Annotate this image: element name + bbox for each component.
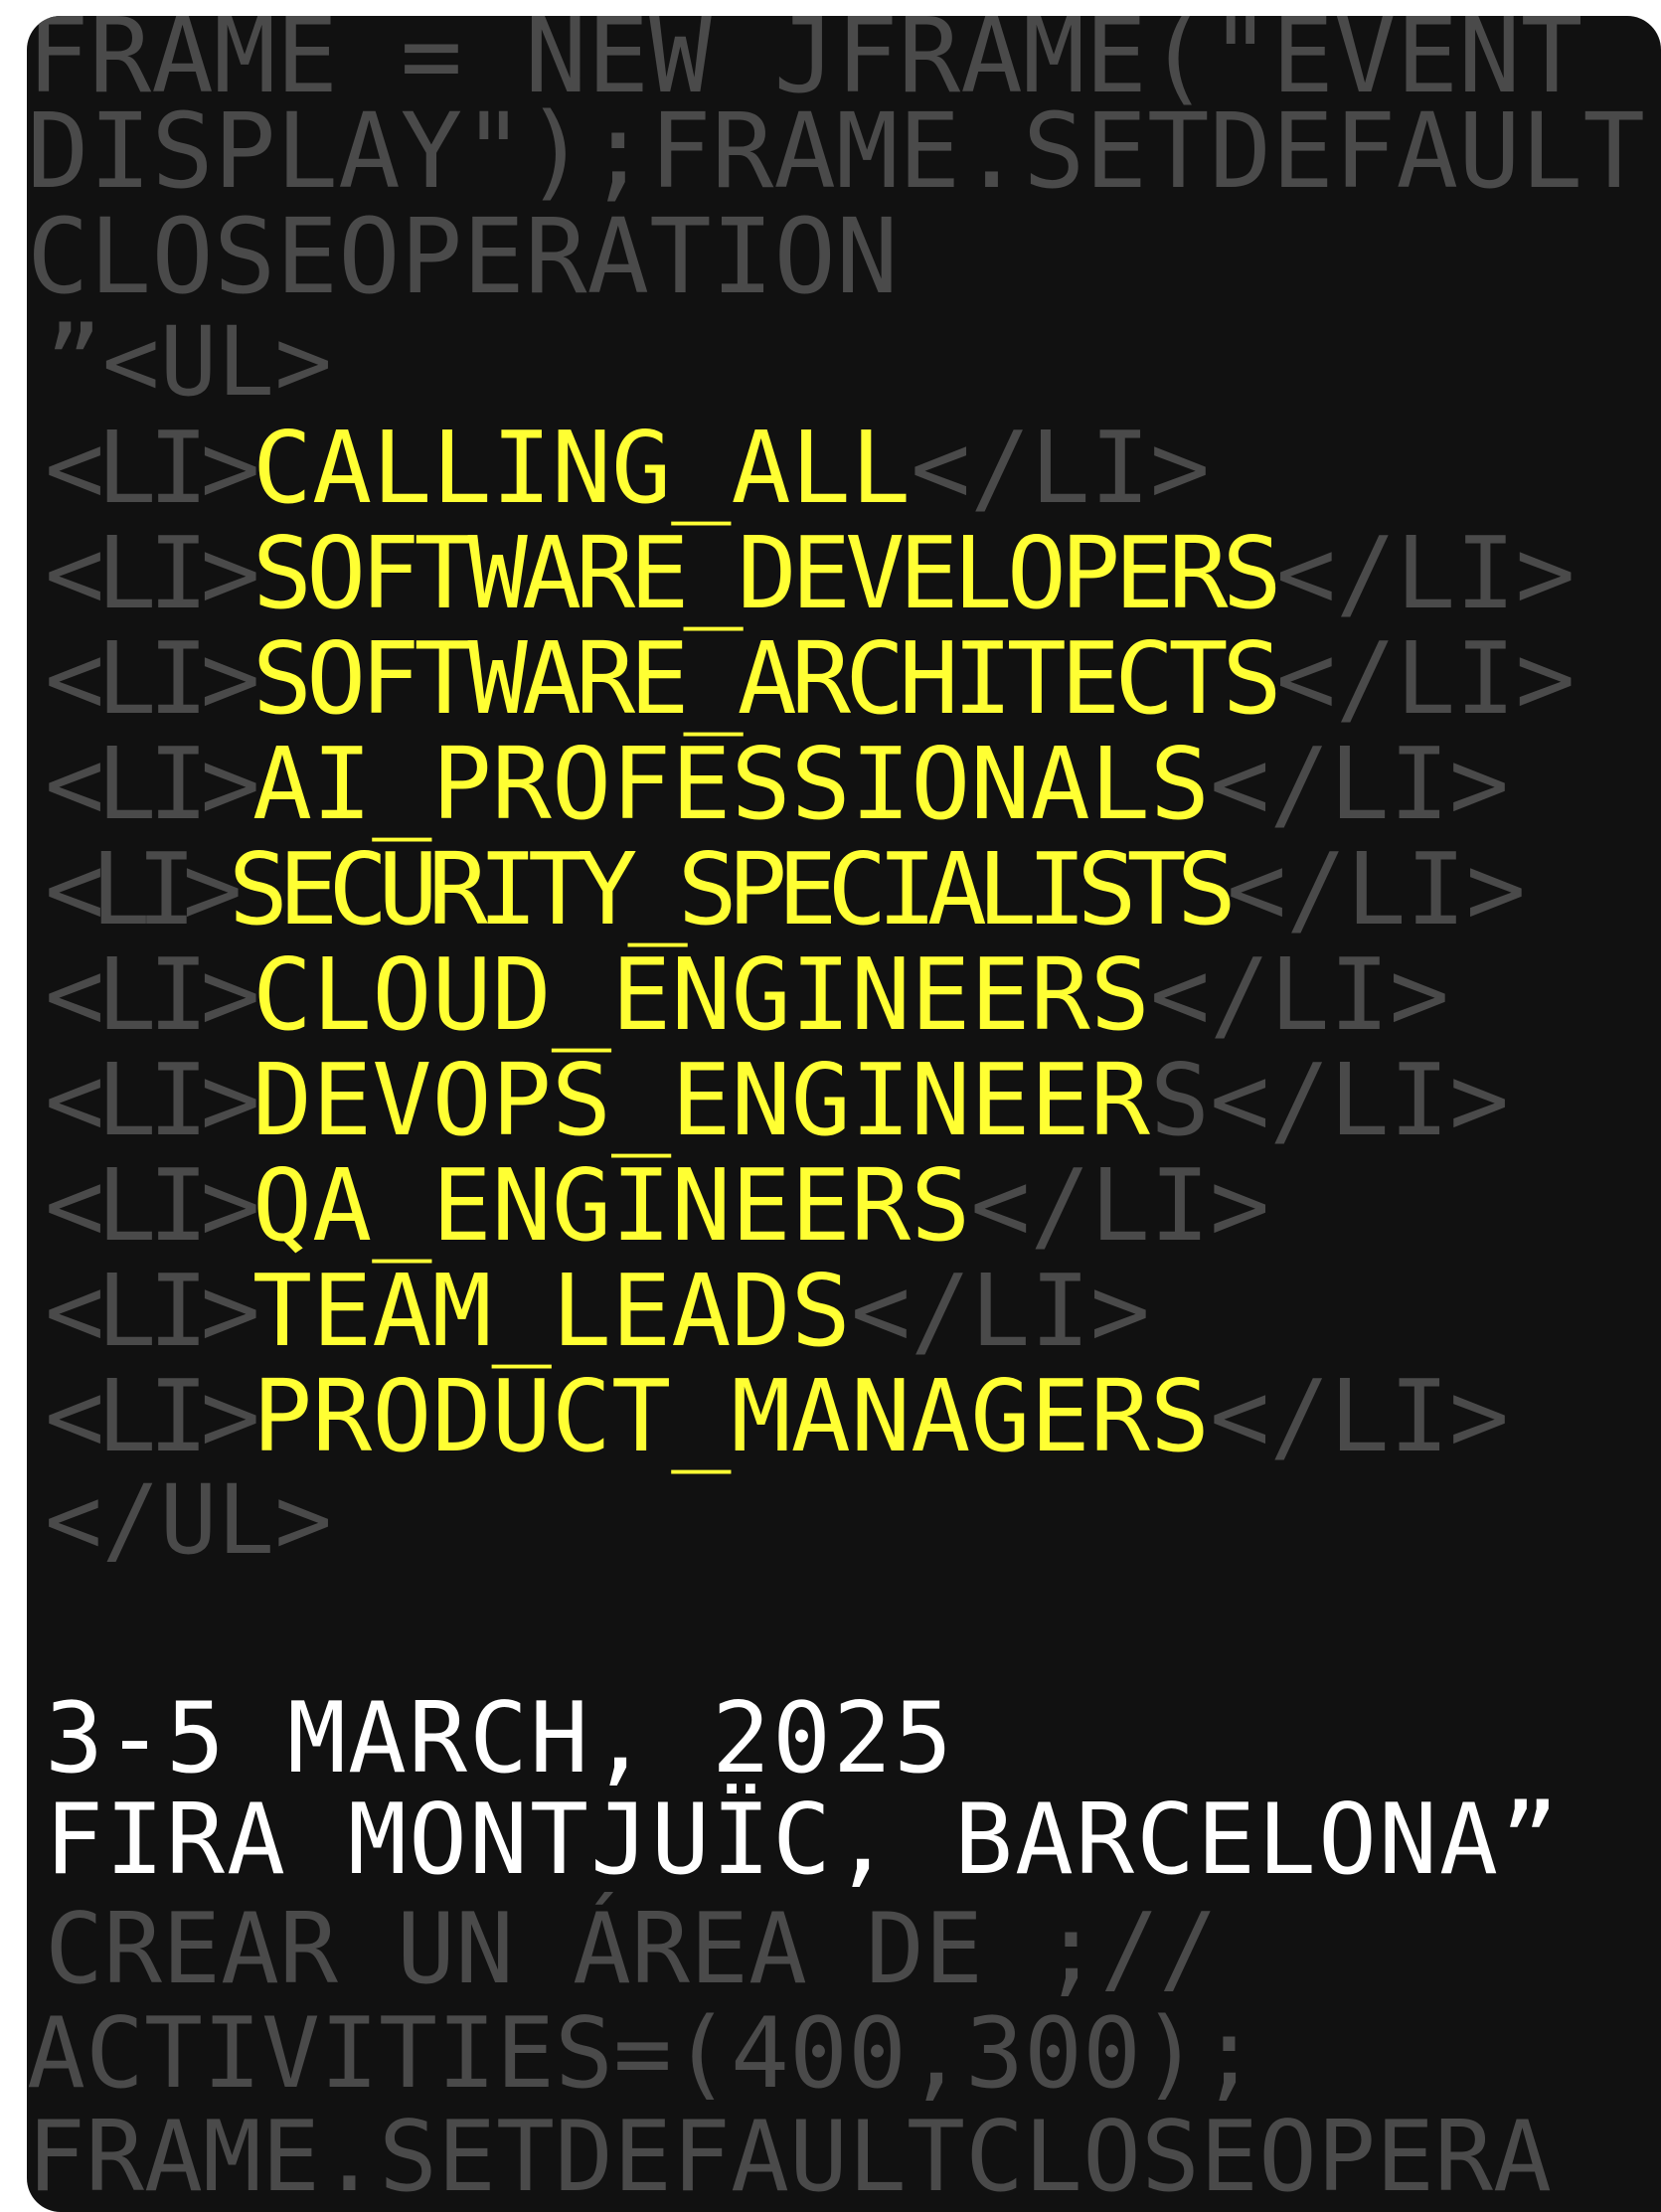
li-close-tag: </LI> xyxy=(850,1253,1150,1369)
code-line-2: DISPLAY");FRAME.SETDEFAULT xyxy=(27,90,1645,212)
list-item-label: TEAM_LEADS xyxy=(251,1253,851,1369)
list-item: <LI>DEVOPS_ENGINEERS</LI> xyxy=(45,1051,1509,1150)
list-item-label: AI_PROFESSIONALS xyxy=(251,726,1211,842)
code-line-3: CLOSEOPERATION xyxy=(27,196,899,317)
list-item-label: CALLING_ALL xyxy=(251,410,912,526)
li-close-tag: </LI> xyxy=(1275,515,1576,631)
event-poster: FRAME = NEW JFRAME("EVENT DISPLAY");FRAM… xyxy=(27,16,1661,2212)
li-close-tag: </LI> xyxy=(1210,726,1510,842)
li-open-tag: <LI> xyxy=(45,1042,260,1158)
list-item-suffix: S xyxy=(1149,1042,1211,1158)
li-open-tag: <LI> xyxy=(45,1358,260,1474)
list-item: <LI>SOFTWARE_ARCHITECTS</LI> xyxy=(45,629,1576,729)
li-open-tag: <LI> xyxy=(45,515,260,631)
list-item-label: SOFTWARE_ARCHITECTS xyxy=(251,620,1282,737)
list-item: <LI>PRODUCT_MANAGERS</LI> xyxy=(45,1367,1509,1466)
list-item: <LI>SECURITY_SPECIALISTS</LI> xyxy=(45,840,1526,939)
li-open-tag: <LI> xyxy=(45,936,260,1053)
li-open-tag: <LI> xyxy=(45,831,243,947)
list-item-label: SECURITY_SPECIALISTS xyxy=(228,831,1237,947)
code-line-4: CREAR UN ÁREA DE ;// xyxy=(45,1893,1219,2006)
li-close-tag: </LI> xyxy=(1149,936,1449,1053)
li-open-tag: <LI> xyxy=(45,1253,260,1369)
event-venue: FIRA MONTJUÏC, BARCELONA” xyxy=(45,1784,1562,1897)
li-open-tag: <LI> xyxy=(45,1147,260,1264)
list-item: <LI>TEAM_LEADS</LI> xyxy=(45,1262,1150,1361)
li-open-tag: <LI> xyxy=(45,410,260,526)
list-item-label: SOFTWARE_DEVELOPERS xyxy=(251,515,1282,631)
li-close-tag: </LI> xyxy=(911,410,1211,526)
ul-open-tag: ”<UL> xyxy=(45,306,332,418)
list-item: <LI>AI_PROFESSIONALS</LI> xyxy=(45,735,1509,834)
list-item-label: CLOUD_ENGINEERS xyxy=(251,936,1150,1053)
li-open-tag: <LI> xyxy=(45,620,260,737)
li-close-tag: </LI> xyxy=(1226,831,1526,947)
list-item: <LI>QA_ENGINEERS</LI> xyxy=(45,1156,1269,1256)
event-dates: 3-5 MARCH, 2025 xyxy=(45,1682,955,1795)
li-close-tag: </LI> xyxy=(970,1147,1270,1264)
list-item-label: QA_ENGINEERS xyxy=(251,1147,971,1264)
list-item: <LI>CALLING_ALL</LI> xyxy=(45,419,1210,518)
code-line-6: FRAME.SETDEFAULTCLOSEOPERA xyxy=(27,2101,1553,2212)
li-close-tag: </LI> xyxy=(1210,1358,1510,1474)
ul-close-tag: </UL> xyxy=(45,1464,332,1576)
list-item-label: PRODUCT_MANAGERS xyxy=(251,1358,1211,1474)
list-item-label: DEVOPS_ENGINEER xyxy=(251,1042,1150,1158)
list-item: <LI>SOFTWARE_DEVELOPERS</LI> xyxy=(45,524,1576,623)
li-close-tag: </LI> xyxy=(1275,620,1576,737)
li-close-tag: </LI> xyxy=(1210,1042,1510,1158)
list-item: <LI>CLOUD_ENGINEERS</LI> xyxy=(45,945,1449,1045)
code-line-5: ACTIVITIES=(400,300); xyxy=(27,1997,1259,2111)
li-open-tag: <LI> xyxy=(45,726,260,842)
